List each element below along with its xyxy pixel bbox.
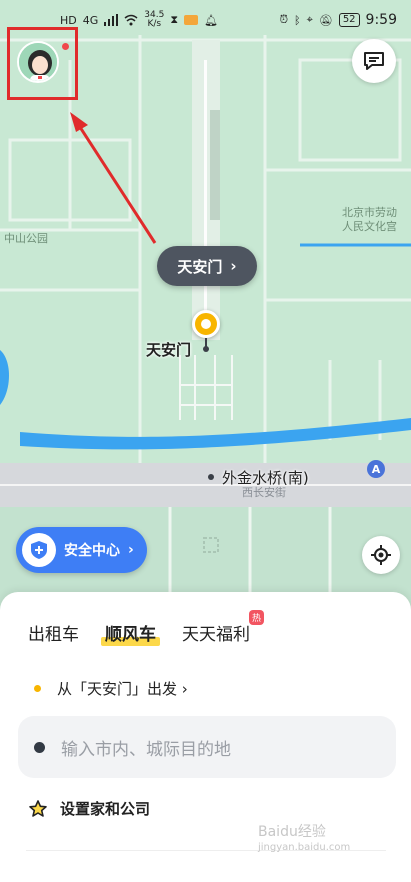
pin-label: 天安门 — [146, 341, 192, 359]
pickup-text: 从「天安门」出发 — [57, 680, 178, 698]
hot-badge: 热 — [249, 610, 264, 625]
star-icon — [29, 799, 47, 817]
alarm-icon: ⏰︎ — [279, 13, 289, 26]
bluetooth-icon: ᛒ — [294, 13, 301, 27]
bell-icon: 🔔︎ — [204, 13, 219, 27]
locate-me-button[interactable] — [362, 536, 400, 574]
network-speed-unit: K/s — [147, 19, 162, 29]
chevron-right-icon: › — [128, 542, 134, 558]
chevron-right-icon: › — [181, 680, 188, 698]
location-icon: ⌖ — [306, 13, 313, 26]
ride-panel: 出租车 顺风车 天天福利 热 从「天安门」出发 › 输入市内、城际目的地 设置家… — [0, 592, 411, 882]
pickup-row[interactable]: 从「天安门」出发 › — [34, 678, 188, 699]
network-speed: 34.5 K/s — [144, 11, 164, 29]
tab-daily-rewards-label: 天天福利 — [182, 625, 250, 645]
annotation-highlight-box — [7, 27, 78, 100]
venue-label-line2: 人民文化宫 — [342, 220, 397, 233]
status-right: ⏰︎ ᛒ ⌖ 🔕︎ 52 9:59 — [279, 12, 397, 28]
destination-dot-icon — [34, 741, 45, 753]
wifi-icon — [124, 14, 138, 26]
status-left: HD 4G 34.5 K/s ⧗ 🔔︎ — [60, 11, 218, 29]
mute-icon: 🔕︎ — [318, 13, 333, 27]
watermark: Baidu经验 jingyan.baidu.com — [258, 824, 350, 856]
pickup-location-pill[interactable]: 天安门 › — [157, 246, 257, 286]
watermark-brand: Baidu经验 — [258, 824, 326, 840]
hd-indicator: HD — [60, 13, 77, 27]
battery-icon: 52 — [338, 13, 360, 27]
tab-taxi-label: 出租车 — [28, 625, 79, 645]
service-tabs: 出租车 顺风车 天天福利 热 — [28, 610, 264, 646]
destination-placeholder: 输入市内、城际目的地 — [61, 739, 231, 760]
message-button[interactable] — [352, 39, 396, 83]
safety-center-button[interactable]: 安全中心 › — [16, 527, 147, 573]
poi-dot — [208, 474, 214, 480]
set-home-company-label: 设置家和公司 — [60, 800, 151, 818]
road-label: 西长安街 — [242, 486, 286, 499]
watermark-url: jingyan.baidu.com — [258, 842, 351, 853]
destination-input[interactable]: 输入市内、城际目的地 — [18, 716, 396, 778]
tab-carpool[interactable]: 顺风车 — [101, 620, 160, 646]
tab-taxi[interactable]: 出租车 — [28, 620, 79, 645]
tab-daily-rewards[interactable]: 天天福利 热 — [182, 610, 264, 645]
venue-label-line1: 北京市劳动 — [342, 206, 397, 219]
clock: 9:59 — [365, 12, 397, 28]
metro-station-icon[interactable]: A — [367, 460, 385, 478]
message-icon — [364, 52, 384, 70]
chevron-right-icon: › — [230, 257, 237, 275]
network-type-indicator: 4G — [82, 13, 99, 27]
signal-icon — [104, 14, 119, 26]
park-label: 中山公园 — [4, 232, 48, 245]
set-home-company-row[interactable]: 设置家和公司 — [28, 798, 150, 819]
hourglass-icon: ⧗ — [170, 13, 179, 26]
pickup-location-name: 天安门 — [177, 257, 223, 276]
pickup-dot-icon — [34, 685, 41, 692]
app-notification-icon — [184, 15, 199, 25]
crosshair-icon — [371, 545, 391, 565]
tab-carpool-label: 顺风车 — [105, 625, 156, 645]
location-pin-icon — [192, 310, 220, 338]
shield-icon — [22, 533, 56, 567]
safety-center-label: 安全中心 — [64, 543, 120, 559]
location-pin-dot — [203, 346, 209, 352]
